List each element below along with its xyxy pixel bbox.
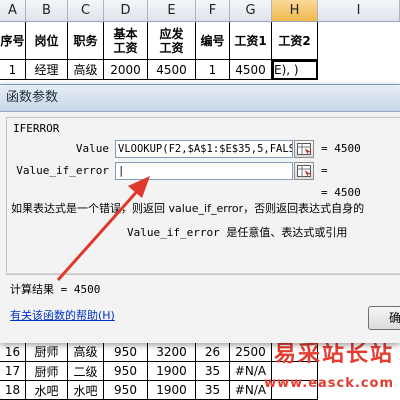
annotation-arrow-icon: [56, 176, 150, 281]
